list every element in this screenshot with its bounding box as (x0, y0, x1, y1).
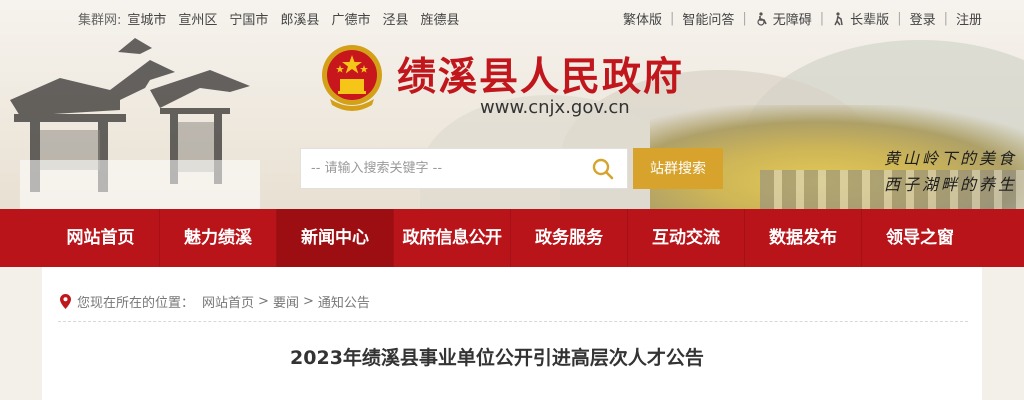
site-cluster-search-button[interactable]: 站群搜索 (633, 148, 723, 189)
accessibility-link[interactable]: 无障碍 (773, 9, 812, 28)
nav-item-leaders[interactable]: 领导之窗 (861, 209, 978, 267)
breadcrumb-prefix: 您现在所在的位置： (77, 296, 195, 311)
nav-item-gov-info-disclosure[interactable]: 政府信息公开 (393, 209, 510, 267)
cluster-link[interactable]: 宁国市 (229, 9, 268, 28)
nav-item-gov-services[interactable]: 政务服务 (510, 209, 627, 267)
breadcrumb-link-news[interactable]: 要闻 (273, 292, 299, 311)
top-bar: 集群网: 宣城市 宣州区 宁国市 郎溪县 广德市 泾县 旌德县 繁体版 | 智能… (0, 0, 1024, 34)
nav-item-news-center[interactable]: 新闻中心 (276, 209, 393, 267)
breadcrumb-separator: > (258, 294, 269, 309)
nav-items: 网站首页 魅力绩溪 新闻中心 政府信息公开 政务服务 互动交流 数据发布 领导之… (42, 209, 1016, 267)
search-box (300, 148, 628, 189)
nav-item-data-release[interactable]: 数据发布 (744, 209, 861, 267)
nav-item-home[interactable]: 网站首页 (42, 209, 159, 267)
site-url: www.cnjx.gov.cn (480, 97, 630, 118)
traditional-chinese-link[interactable]: 繁体版 (623, 9, 662, 28)
cluster-link[interactable]: 泾县 (382, 9, 408, 28)
register-link[interactable]: 注册 (956, 9, 982, 28)
location-pin-icon (60, 294, 71, 309)
nav-item-interaction[interactable]: 互动交流 (627, 209, 744, 267)
divider: | (669, 11, 675, 26)
breadcrumb-link-notices[interactable]: 通知公告 (318, 292, 370, 311)
cluster-link[interactable]: 旌德县 (420, 9, 459, 28)
divider (58, 321, 968, 322)
huizhou-gate-illustration (10, 38, 260, 209)
site-cluster-links: 集群网: 宣城市 宣州区 宁国市 郎溪县 广德市 泾县 旌德县 (78, 9, 472, 28)
utility-links: 繁体版 | 智能问答 | 无障碍 | 长辈版 | 登录 | 注册 (623, 9, 982, 28)
article-title: 2023年绩溪县事业单位公开引进高层次人才公告 (290, 347, 704, 369)
breadcrumb: 您现在所在的位置： 网站首页 > 要闻 > 通知公告 (60, 292, 370, 311)
elderly-version-link[interactable]: 长辈版 (850, 9, 889, 28)
cluster-label: 集群网: (78, 13, 122, 28)
slogan-line: 西子湖畔的养生 (884, 175, 1018, 194)
slogan-line: 黄山岭下的美食 (884, 149, 1018, 168)
divider: | (943, 11, 948, 26)
site-title[interactable]: 绩溪县人民政府 (397, 46, 684, 102)
elderly-icon (834, 11, 843, 25)
cluster-link[interactable]: 广德市 (331, 9, 370, 28)
search-icon[interactable] (591, 157, 615, 181)
wheelchair-icon (757, 11, 767, 26)
divider: | (897, 11, 902, 26)
divider: | (819, 11, 825, 26)
breadcrumb-link-home[interactable]: 网站首页 (202, 292, 254, 311)
login-link[interactable]: 登录 (910, 9, 936, 28)
content-panel: 您现在所在的位置： 网站首页 > 要闻 > 通知公告 2023年绩溪县事业单位公… (42, 267, 982, 400)
breadcrumb-separator: > (302, 294, 314, 309)
smart-qa-link[interactable]: 智能问答 (682, 9, 734, 28)
divider: | (742, 11, 747, 26)
nav-item-charm-jixi[interactable]: 魅力绩溪 (159, 209, 276, 267)
search-input[interactable] (311, 149, 581, 188)
cluster-link[interactable]: 宣城市 (127, 9, 166, 28)
cluster-link[interactable]: 宣州区 (178, 9, 217, 28)
cluster-link[interactable]: 郎溪县 (280, 9, 319, 28)
national-emblem-icon (322, 45, 382, 111)
main-nav: 网站首页 魅力绩溪 新闻中心 政府信息公开 政务服务 互动交流 数据发布 领导之… (0, 209, 1024, 267)
slogan: 黄山岭下的美食 西子湖畔的养生 (884, 146, 1017, 198)
